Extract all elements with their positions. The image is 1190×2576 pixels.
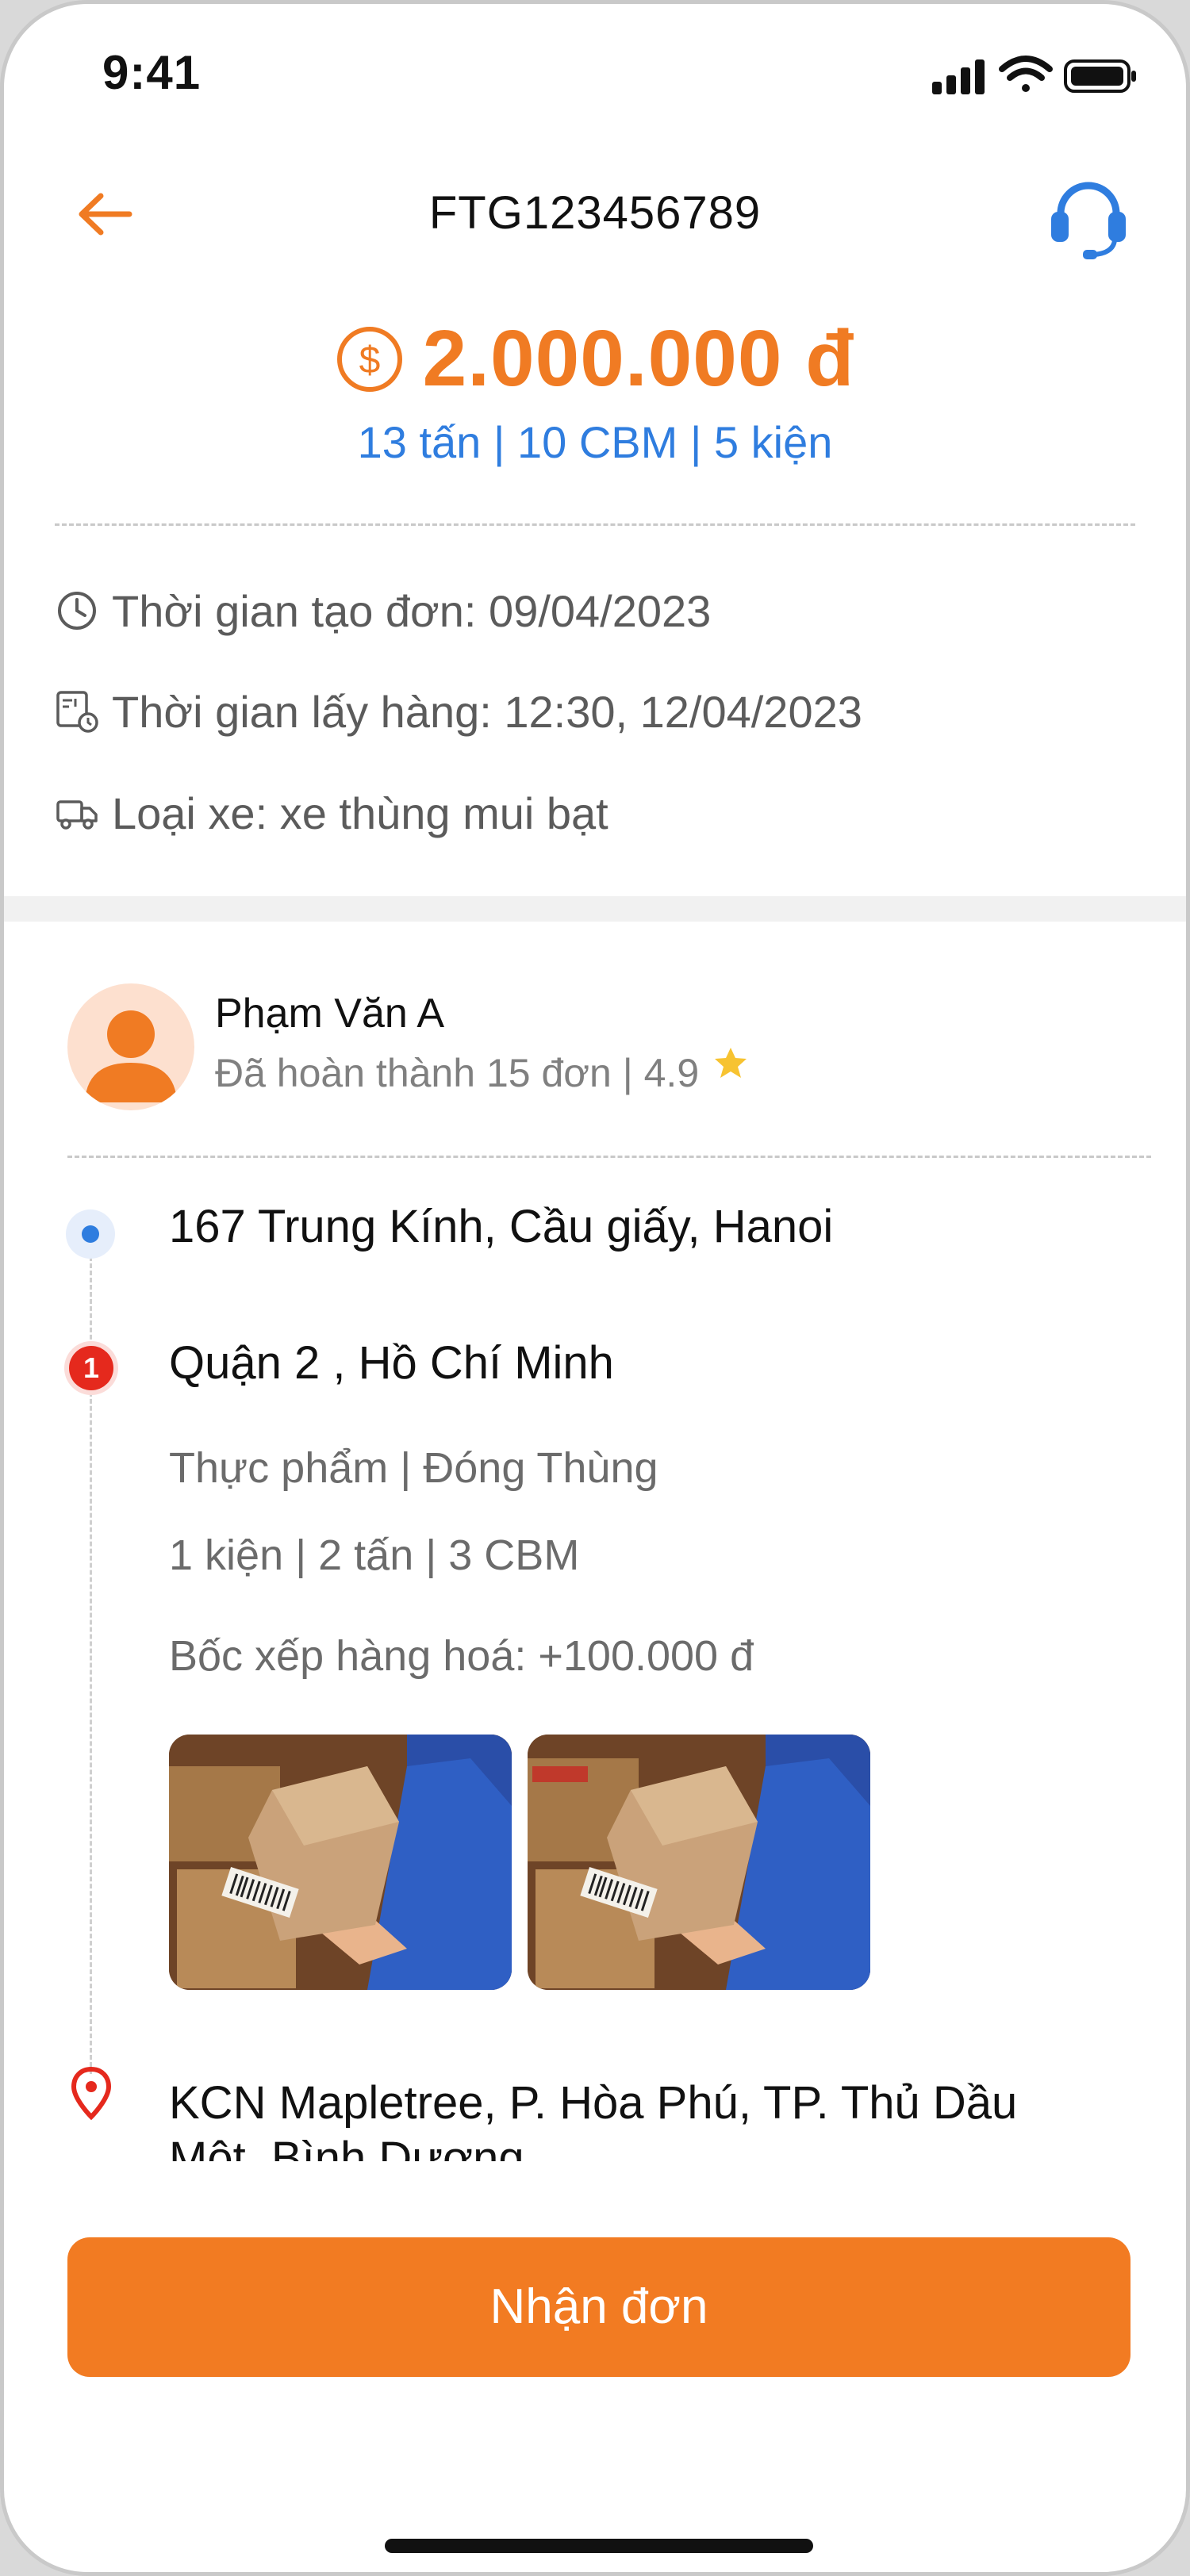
person-icon (85, 1010, 177, 1102)
cargo-photo[interactable] (169, 1735, 512, 1990)
status-bar: 9:41 (4, 4, 1186, 147)
stop-handling-fee: Bốc xếp hàng hoá: +100.000 đ (169, 1632, 754, 1680)
phone-screen: 9:41 FTG123456789 $ 2.000.000 đ 13 tấn |… (0, 0, 1190, 2576)
dollar-icon: $ (336, 326, 402, 392)
divider (67, 1156, 1151, 1158)
order-price: 2.000.000 đ (422, 314, 855, 403)
stop-category: Thực phẩm | Đóng Thùng (169, 1444, 658, 1492)
driver-stats: Đã hoàn thành 15 đơn | 4.9 (215, 1051, 700, 1095)
status-icons (932, 56, 1136, 94)
home-indicator (385, 2539, 813, 2553)
headset-icon[interactable] (1045, 174, 1132, 261)
truck-icon (56, 800, 98, 830)
origin-address: 167 Trung Kính, Cầu giấy, Hanoi (169, 1201, 834, 1252)
driver-name: Phạm Văn A (215, 991, 445, 1037)
clock-icon (58, 592, 96, 630)
cargo-photo[interactable] (528, 1735, 870, 1990)
destination-address: KCN Mapletree, P. Hòa Phú, TP. Thủ Dầu M… (169, 2077, 1018, 2161)
driver-stats-row: Đã hoàn thành 15 đơn | 4.9 (215, 1048, 750, 1096)
battery-icon (1064, 59, 1136, 93)
origin-pin-icon (66, 1209, 115, 1259)
stop-number-badge: 1 (69, 1346, 113, 1390)
info-vehicle-text: Loại xe: xe thùng mui bạt (112, 788, 608, 838)
order-id-title: FTG123456789 (428, 187, 762, 239)
status-time: 9:41 (102, 46, 202, 99)
order-specs: 13 tấn | 10 CBM | 5 kiện (357, 417, 833, 467)
divider (55, 523, 1135, 526)
info-pickup: Thời gian lấy hàng: 12:30, 12/04/2023 (55, 680, 862, 743)
driver-card: Phạm Văn A Đã hoàn thành 15 đơn | 4.9 (67, 983, 1099, 1110)
top-nav: FTG123456789 (4, 163, 1186, 266)
avatar (67, 983, 194, 1110)
info-vehicle: Loại xe: xe thùng mui bạt (55, 781, 608, 845)
info-created: Thời gian tạo đơn: 09/04/2023 (55, 579, 711, 642)
info-pickup-text: Thời gian lấy hàng: 12:30, 12/04/2023 (112, 686, 862, 737)
stop-load: 1 kiện | 2 tấn | 3 CBM (169, 1531, 580, 1579)
accept-order-button[interactable]: Nhận đơn (67, 2237, 1130, 2377)
price-row: $ 2.000.000 đ (4, 313, 1186, 416)
signal-icon (932, 59, 985, 94)
wifi-icon (999, 56, 1053, 92)
stop-address: Quận 2 , Hồ Chí Minh (169, 1337, 614, 1389)
calendar-box-icon (56, 691, 98, 733)
info-created-text: Thời gian tạo đơn: 09/04/2023 (112, 585, 712, 636)
location-pin-icon (71, 2066, 112, 2121)
svg-text:$: $ (359, 339, 380, 381)
section-separator (4, 896, 1186, 922)
star-icon (715, 1048, 747, 1078)
